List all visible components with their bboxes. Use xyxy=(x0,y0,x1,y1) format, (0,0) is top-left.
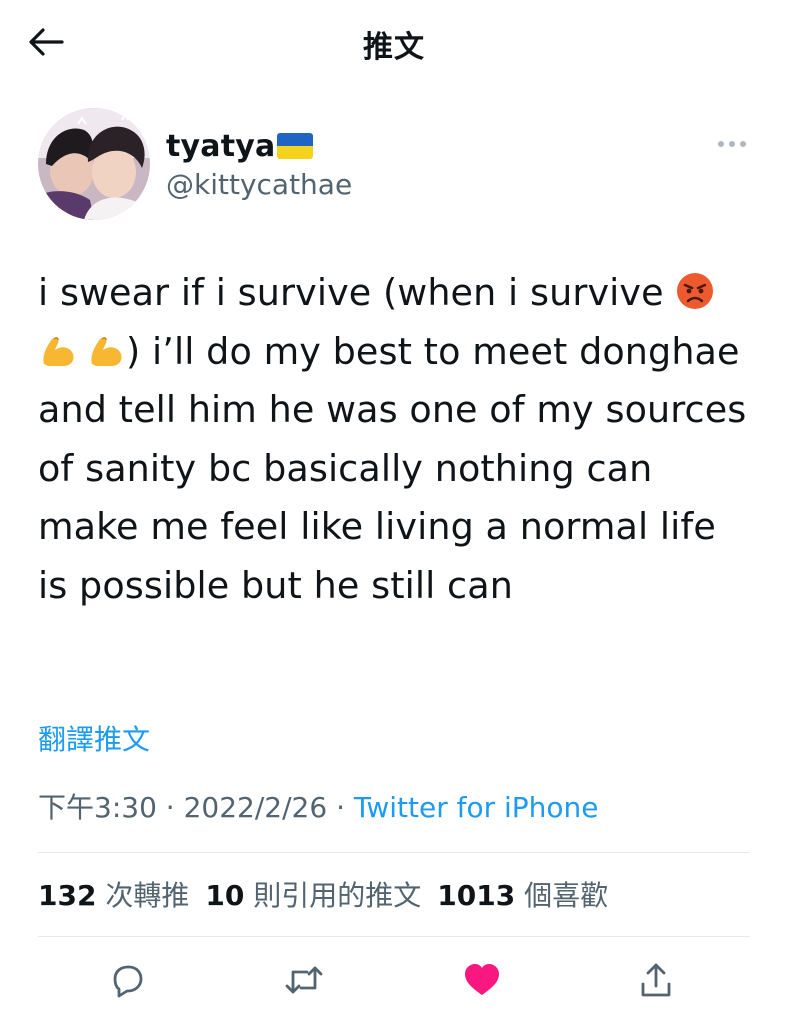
tweet-time[interactable]: 下午3:30 xyxy=(38,791,157,824)
likes-count: 1013 xyxy=(437,879,516,912)
tweet-source-link[interactable]: Twitter for iPhone xyxy=(354,791,599,824)
likes-stat[interactable]: 1013 個喜歡 xyxy=(437,874,608,914)
retweet-arrows-icon xyxy=(285,966,323,994)
quotes-count: 10 xyxy=(205,879,245,912)
tweet-meta: 下午3:30 · 2022/2/26 · Twitter for iPhone xyxy=(38,786,599,826)
like-button[interactable] xyxy=(460,958,504,1002)
avatar[interactable] xyxy=(38,108,150,220)
tweet-text: i swear if i survive (when i survive ) i… xyxy=(38,264,748,615)
page-title: 推文 xyxy=(363,30,425,65)
translate-tweet-link[interactable]: 翻譯推文 xyxy=(38,718,150,758)
tweet-date[interactable]: 2022/2/26 xyxy=(184,791,328,824)
share-upload-icon xyxy=(641,963,671,997)
action-bar xyxy=(0,950,788,1010)
retweets-count: 132 xyxy=(38,879,97,912)
reply-button[interactable] xyxy=(105,958,149,1002)
angry-face-emoji-icon xyxy=(677,273,714,309)
avatar-photo xyxy=(38,108,150,220)
retweets-label: 次轉推 xyxy=(105,879,190,912)
divider xyxy=(38,936,750,937)
flexed-biceps-emoji-icon xyxy=(43,336,74,366)
display-name[interactable]: tyatya xyxy=(166,129,275,164)
tweet-text-part-1: i swear if i survive (when i survive xyxy=(38,271,676,314)
quotes-stat[interactable]: 10 則引用的推文 xyxy=(205,874,421,914)
author-name-row[interactable]: tyatya xyxy=(166,126,314,166)
flexed-biceps-emoji-icon xyxy=(91,336,122,366)
divider xyxy=(38,852,750,853)
top-bar: 推文 xyxy=(0,0,788,86)
more-options-button[interactable] xyxy=(714,130,750,158)
share-button[interactable] xyxy=(634,958,678,1002)
tweet-text-part-2: ) i’ll do my best to meet donghae and te… xyxy=(38,329,747,607)
tweet-stats: 132 次轉推 10 則引用的推文 1013 個喜歡 xyxy=(38,874,624,914)
retweet-button[interactable] xyxy=(282,958,326,1002)
retweets-stat[interactable]: 132 次轉推 xyxy=(38,874,189,914)
user-handle[interactable]: @kittycathae xyxy=(166,168,352,201)
reply-bubble-icon xyxy=(113,965,143,998)
likes-label: 個喜歡 xyxy=(524,879,609,912)
quotes-label: 則引用的推文 xyxy=(253,879,422,912)
meta-separator: · xyxy=(327,791,354,824)
meta-separator: · xyxy=(156,791,184,824)
more-dots-icon xyxy=(718,141,746,147)
ukraine-flag-icon xyxy=(277,133,314,159)
heart-filled-icon xyxy=(465,964,499,995)
